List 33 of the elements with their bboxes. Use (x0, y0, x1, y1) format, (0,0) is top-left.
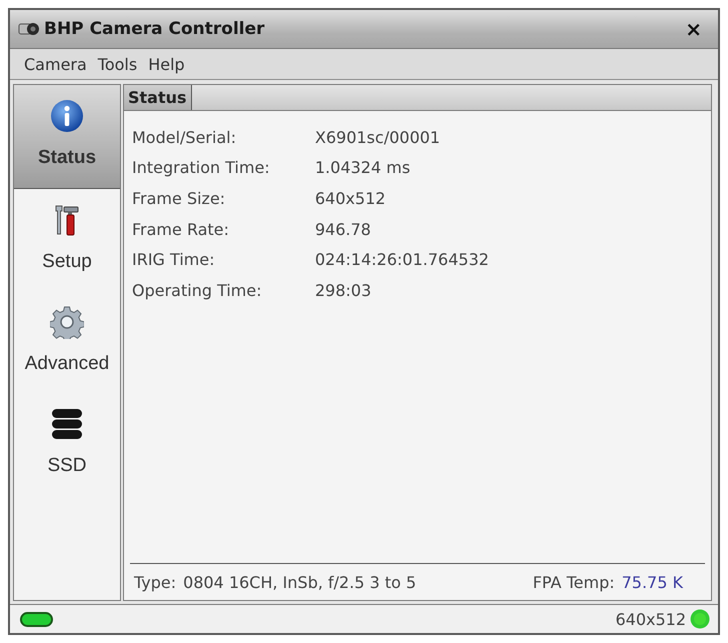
resolution-text: 640x512 (615, 610, 686, 628)
field-value: 946.78 (315, 220, 371, 239)
type-value: 0804 16CH, InSb, f/2.5 3 to 5 (183, 572, 416, 592)
fpa-temp-value: 75.75 K (622, 572, 683, 592)
sidebar-item[interactable]: Status (14, 85, 120, 189)
sidebar-item[interactable]: Advanced (14, 291, 120, 393)
menu-item[interactable]: Help (146, 54, 187, 74)
field-value: 298:03 (315, 280, 372, 300)
menu-item[interactable]: Tools (96, 54, 140, 74)
gear-icon (50, 305, 84, 339)
info-icon (50, 99, 84, 133)
status-led-icon (20, 612, 53, 626)
sidebar-item[interactable]: Setup (14, 189, 120, 291)
field-label: Model/Serial: (132, 128, 236, 147)
field-value: 1.04324 ms (315, 158, 410, 178)
tab[interactable]: Status (124, 85, 192, 110)
sidebar-item[interactable]: SSD (14, 393, 120, 495)
field-label: Frame Rate: (132, 220, 230, 239)
status-dot-icon (690, 609, 710, 629)
field-label: Frame Size: (132, 188, 226, 208)
field-value: X6901sc/00001 (315, 128, 440, 147)
close-button[interactable]: × (683, 19, 704, 39)
database-icon (50, 407, 84, 441)
camera-icon (18, 21, 40, 37)
field-label: IRIG Time: (132, 250, 215, 270)
menu-item[interactable]: Camera (22, 54, 89, 74)
field-value: 024:14:26:01.764532 (315, 250, 489, 270)
window-title: BHP Camera Controller (44, 19, 266, 39)
type-label: Type: (134, 572, 176, 592)
field-label: Operating Time: (132, 280, 262, 300)
field-value: 640x512 (315, 188, 386, 208)
field-label: Integration Time: (132, 158, 270, 178)
fpa-temp-label: FPA Temp: (532, 572, 615, 592)
